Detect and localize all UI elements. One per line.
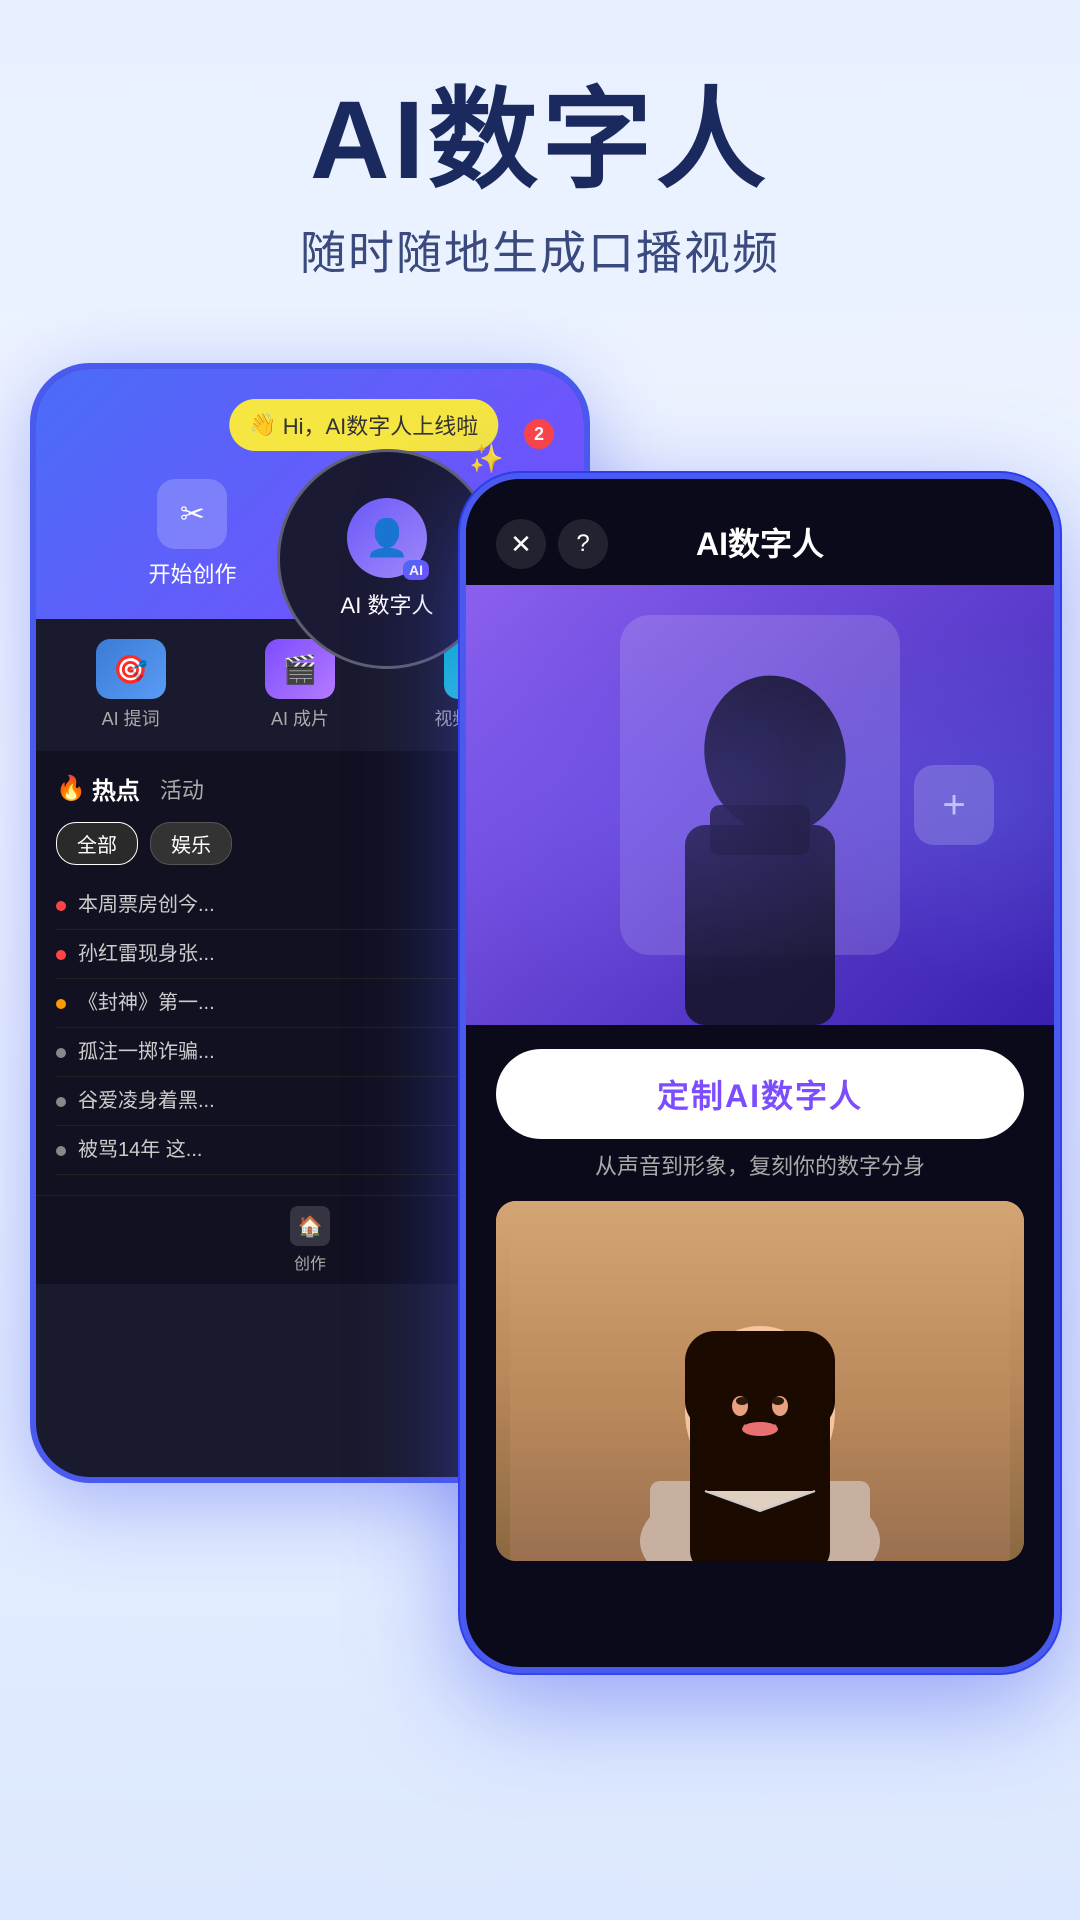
hero-section: AI数字人 随时随地生成口播视频	[0, 0, 1080, 323]
number-badge: 2	[524, 419, 554, 449]
customize-button[interactable]: 定制AI数字人	[496, 1049, 1024, 1139]
home-icon: 🏠	[290, 1206, 330, 1246]
dot-gray	[56, 1097, 66, 1107]
dot-red	[56, 901, 66, 911]
hero-subtitle: 随时随地生成口播视频	[0, 217, 1080, 283]
ai-badge: AI	[403, 560, 429, 580]
hot-item-text: 孙红雷现身张...	[78, 940, 215, 968]
dot-gray	[56, 1048, 66, 1058]
front-header: ✕ ? AI数字人	[466, 479, 1054, 585]
avatar-showcase: +	[466, 585, 1054, 1025]
filter-entertainment[interactable]: 娱乐	[150, 822, 232, 865]
avatar-silhouette	[630, 645, 890, 1025]
activity-tab-label: 活动	[160, 778, 204, 803]
hot-item-text: 孤注一掷诈骗...	[78, 1038, 215, 1066]
action-create-label: 开始创作	[148, 557, 236, 589]
tool-ai-prompter[interactable]: 🎯 AI 提词	[96, 639, 166, 731]
hot-tab-label: 热点	[92, 771, 140, 806]
dot-red	[56, 950, 66, 960]
hero-title: AI数字人	[0, 80, 1080, 201]
close-button[interactable]: ✕	[496, 519, 546, 569]
action-create[interactable]: ✂ 开始创作	[148, 479, 236, 589]
notification-bubble: 👋 Hi，AI数字人上线啦	[229, 399, 498, 451]
scissors-icon: ✂	[157, 479, 227, 549]
help-icon: ?	[576, 530, 589, 558]
help-button[interactable]: ?	[558, 519, 608, 569]
ai-prompter-icon: 🎯	[96, 639, 166, 699]
hot-tab-activity[interactable]: 活动	[160, 773, 204, 805]
dh-avatar: 👤 AI	[347, 498, 427, 578]
notification-text: Hi，AI数字人上线啦	[283, 409, 479, 441]
tool-prompter-label: AI 提词	[102, 705, 160, 731]
hot-item-text: 谷爱凌身着黑...	[78, 1087, 215, 1115]
nav-create-label: 创作	[294, 1250, 326, 1274]
hot-item-text: 《封神》第一...	[78, 989, 215, 1017]
hot-item-text: 被骂14年 这...	[78, 1136, 202, 1164]
dh-popup-label: AI 数字人	[341, 588, 434, 620]
close-icon: ✕	[510, 529, 532, 560]
hot-tab-trending[interactable]: 🔥 热点	[56, 771, 140, 806]
tool-ai-video[interactable]: 🎬 AI 成片	[265, 639, 335, 731]
plus-icon: +	[942, 783, 965, 828]
dot-orange	[56, 999, 66, 1009]
presenter-card	[496, 1201, 1024, 1561]
filter-all[interactable]: 全部	[56, 822, 138, 865]
front-phone-title: AI数字人	[696, 519, 824, 565]
fire-icon: 🔥	[56, 774, 86, 803]
customize-subtitle: 从声音到形象，复刻你的数字分身	[496, 1149, 1024, 1181]
notification-emoji: 👋	[249, 412, 276, 438]
sparkle-icon: ✨	[469, 442, 504, 475]
phones-container: 👋 Hi，AI数字人上线啦 2 ✂ 开始创作 📋 草稿箱	[0, 333, 1080, 1713]
tool-video-label: AI 成片	[271, 705, 329, 731]
hot-item-text: 本周票房创今...	[78, 891, 215, 919]
phone-front: ✕ ? AI数字人	[460, 473, 1060, 1673]
dot-gray	[56, 1146, 66, 1156]
nav-create[interactable]: 🏠 创作	[290, 1206, 330, 1274]
presenter-image	[496, 1201, 1024, 1561]
add-avatar-button[interactable]: +	[914, 765, 994, 845]
